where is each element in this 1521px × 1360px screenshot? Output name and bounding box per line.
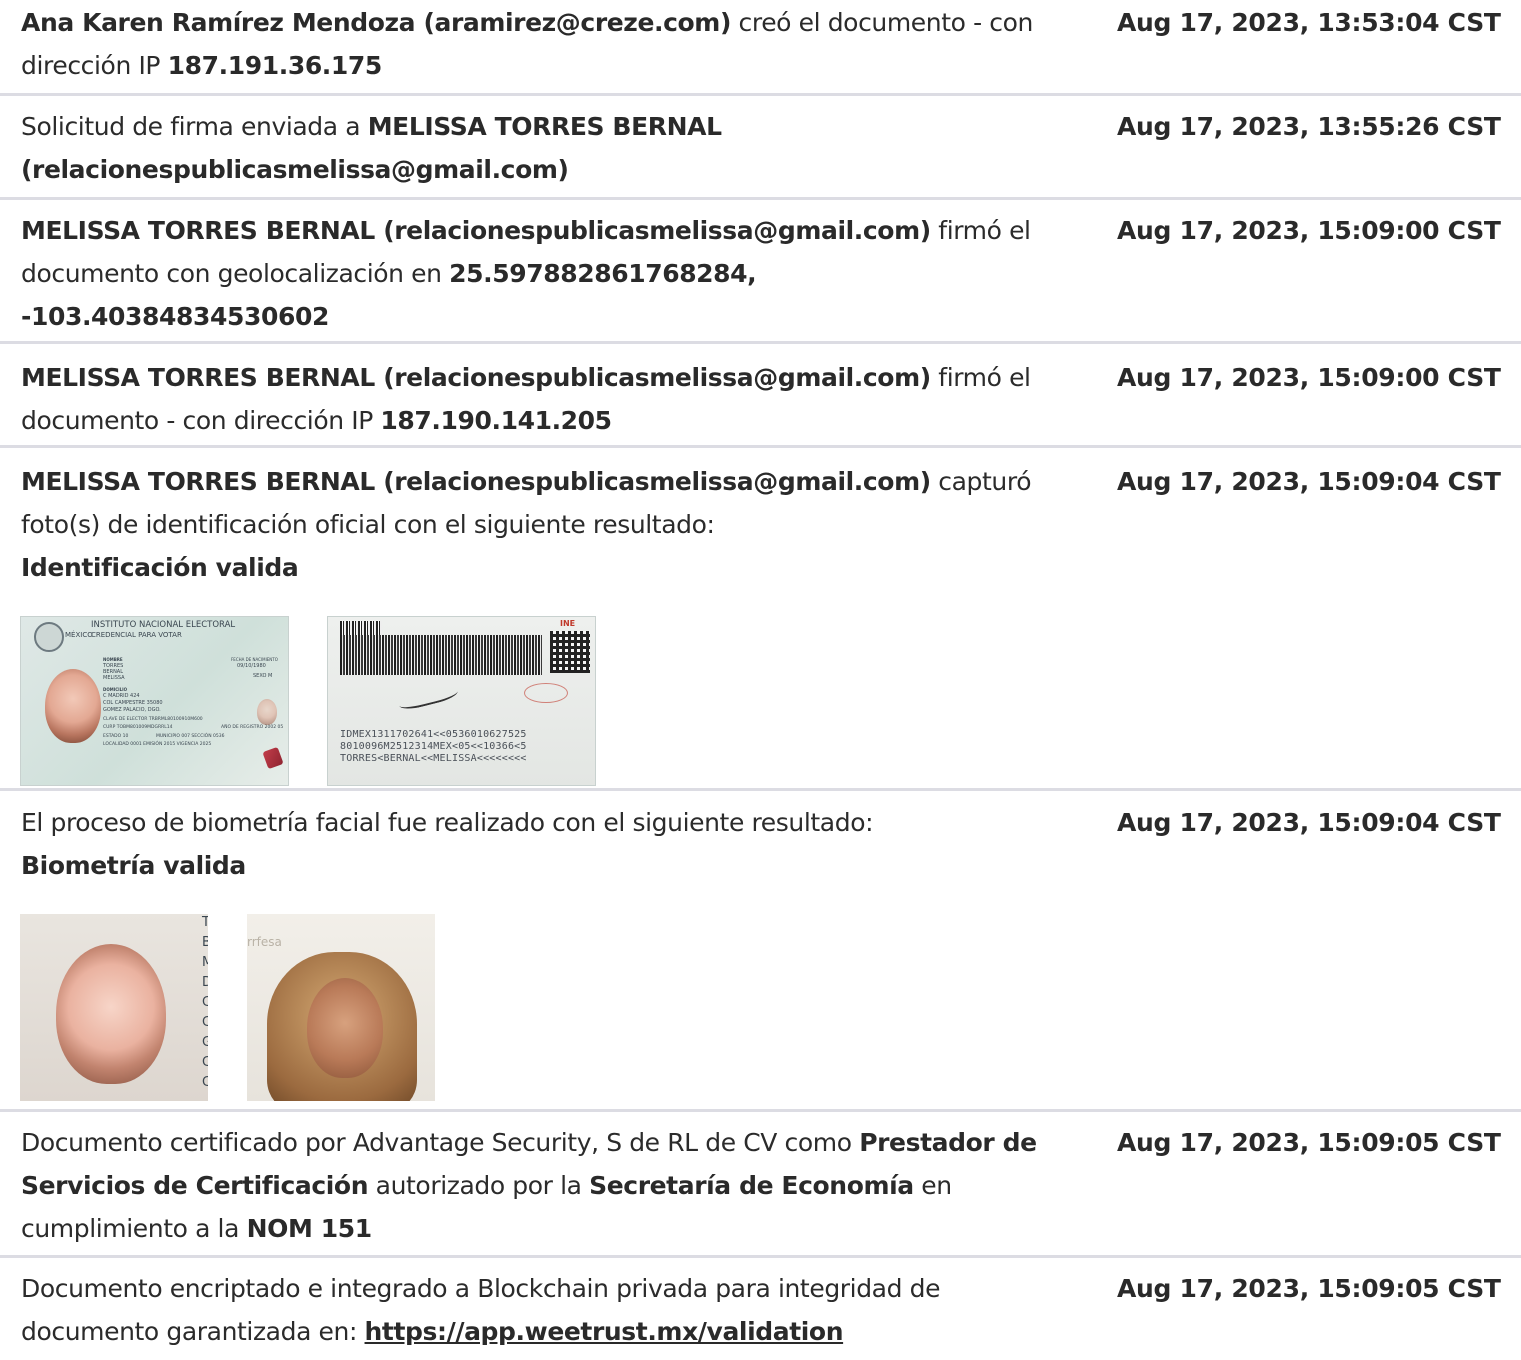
id-sex: SEXO M <box>253 673 273 679</box>
entry-description: El proceso de biometría facial fue reali… <box>21 801 1071 887</box>
qr-code <box>550 631 590 673</box>
id-dob-label: FECHA DE NACIMIENTO <box>231 657 278 662</box>
row-divider <box>0 788 1521 791</box>
face-crop-id-letter: C <box>202 1075 208 1090</box>
text: Solicitud de firma enviada a <box>21 112 368 141</box>
id-address-label: DOMICILIO <box>103 687 128 692</box>
entry-timestamp: Aug 17, 2023, 15:09:04 CST <box>1117 808 1501 837</box>
id-dob: 09/10/1980 <box>237 663 266 669</box>
id-address-line: C MADRID 424 <box>103 693 140 699</box>
row-divider <box>0 93 1521 96</box>
face-crop-id-letter: T <box>202 915 208 930</box>
id-municipality-section: MUNICIPIO 007 SECCIÓN 0536 <box>156 734 225 739</box>
face-crop-id-letter: M <box>202 955 208 970</box>
bold-text: Identificación valida <box>21 553 299 582</box>
entry-description: MELISSA TORRES BERNAL (relacionespublica… <box>21 209 1071 338</box>
entry-timestamp: Aug 17, 2023, 15:09:00 CST <box>1117 216 1501 245</box>
id-card-type: CREDENCIAL PARA VOTAR <box>91 631 182 639</box>
mrz-line: 8010096M2512314MEX<05<<10366<5 <box>340 741 527 752</box>
id-card-back-image: INE IDMEX1311702641<<0536010627525 8010096… <box>327 616 596 786</box>
face-crop-id-letter: C <box>202 1015 208 1030</box>
id-registry: AÑO DE REGISTRO 2002 05 <box>221 725 284 730</box>
entry-timestamp: Aug 17, 2023, 13:55:26 CST <box>1117 112 1501 141</box>
validation-link[interactable]: https://app.weetrust.mx/validation <box>365 1317 844 1346</box>
selfie-background-text: rrfesa <box>247 935 282 949</box>
face-crop-id-letter: D <box>202 975 208 990</box>
id-card-front-image: MÉXICO INSTITUTO NACIONAL ELECTORAL CREDEN… <box>20 616 289 786</box>
mexico-seal-icon <box>34 622 64 652</box>
entry-description: MELISSA TORRES BERNAL (relacionespublica… <box>21 356 1071 442</box>
entry-description: Solicitud de firma enviada a MELISSA TOR… <box>21 105 1071 191</box>
entry-timestamp: Aug 17, 2023, 15:09:04 CST <box>1117 467 1501 496</box>
id-elector-key: CLAVE DE ELECTOR TRBRML80100910M600 <box>103 717 203 722</box>
entry-description: Ana Karen Ramírez Mendoza (aramirez@crez… <box>21 1 1071 87</box>
barcode-small <box>340 621 382 635</box>
id-face-crop-image: TBMDCCGCC <box>20 914 208 1101</box>
mrz-line: IDMEX1311702641<<0536010627525 <box>340 729 527 740</box>
id-ghost-portrait <box>257 699 277 725</box>
entry-timestamp: Aug 17, 2023, 13:53:04 CST <box>1117 8 1501 37</box>
id-address-line: COL CAMPESTRE 35080 <box>103 700 163 706</box>
entry-timestamp: Aug 17, 2023, 15:09:05 CST <box>1117 1128 1501 1157</box>
signature-mark <box>396 681 460 713</box>
face-crop-id-letter: C <box>202 1055 208 1070</box>
bold-text: MELISSA TORRES BERNAL (relacionespublica… <box>21 467 931 496</box>
text: autorizado por la <box>368 1171 590 1200</box>
bold-text: MELISSA TORRES BERNAL (relacionespublica… <box>21 216 931 245</box>
flag-mark <box>262 746 284 770</box>
entry-description: Documento encriptado e integrado a Block… <box>21 1267 1071 1353</box>
id-name-label: NOMBRE <box>103 657 123 662</box>
bold-text: Secretaría de Economía <box>589 1171 914 1200</box>
official-signature-mark <box>524 683 568 703</box>
face-crop-portrait <box>56 944 166 1084</box>
text: Documento certificado por Advantage Secu… <box>21 1128 860 1157</box>
bold-text: Ana Karen Ramírez Mendoza (aramirez@crez… <box>21 8 731 37</box>
row-divider <box>0 341 1521 344</box>
bold-text: 187.190.141.205 <box>380 406 612 435</box>
entry-description: Documento certificado por Advantage Secu… <box>21 1121 1071 1250</box>
face-crop-id-letter: C <box>202 995 208 1010</box>
id-address-line: GOMEZ PALACIO, DGO. <box>103 707 161 713</box>
ine-brand: INE <box>560 619 576 628</box>
selfie-image: rrfesa <box>247 914 435 1101</box>
id-state: ESTADO 10 <box>103 734 129 739</box>
face-crop-id-letter: B <box>202 935 208 950</box>
bold-text: 187.191.36.175 <box>167 51 383 80</box>
id-locality-issue: LOCALIDAD 0001 EMISIÓN 2015 VIGENCIA 202… <box>103 742 212 747</box>
bold-text: Biometría valida <box>21 851 246 880</box>
bold-text: MELISSA TORRES BERNAL (relacionespublica… <box>21 363 931 392</box>
row-divider <box>0 1255 1521 1258</box>
id-country: MÉXICO <box>65 631 93 639</box>
row-divider <box>0 445 1521 448</box>
id-name-line: MELISSA <box>103 675 125 681</box>
id-curp: CURP TOBM801009MDGRRL14 <box>103 725 173 730</box>
row-divider <box>0 1109 1521 1112</box>
barcode-pdf417 <box>340 635 542 675</box>
selfie-face <box>307 978 383 1078</box>
mrz-line: TORRES<BERNAL<<MELISSA<<<<<<<< <box>340 753 527 764</box>
entry-timestamp: Aug 17, 2023, 15:09:05 CST <box>1117 1274 1501 1303</box>
id-portrait <box>45 669 101 743</box>
face-crop-id-letter: G <box>202 1035 208 1050</box>
entry-timestamp: Aug 17, 2023, 15:09:00 CST <box>1117 363 1501 392</box>
row-divider <box>0 197 1521 200</box>
entry-description: MELISSA TORRES BERNAL (relacionespublica… <box>21 460 1071 589</box>
id-institution: INSTITUTO NACIONAL ELECTORAL <box>91 620 236 630</box>
text: El proceso de biometría facial fue reali… <box>21 808 874 837</box>
bold-text: NOM 151 <box>246 1214 373 1243</box>
